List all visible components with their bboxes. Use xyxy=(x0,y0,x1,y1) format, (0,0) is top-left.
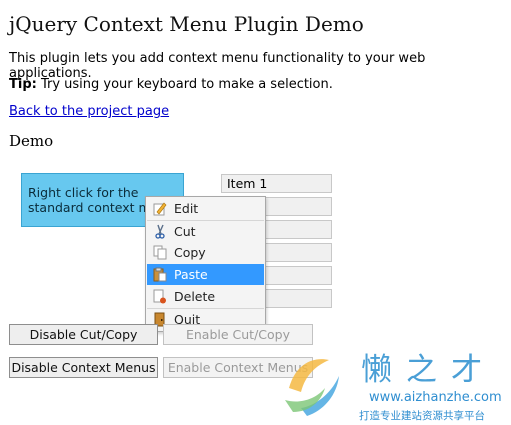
watermark-subtitle: 打造专业建站资源共享平台 xyxy=(359,410,485,422)
menu-item-label: Paste xyxy=(174,267,208,282)
cut-icon xyxy=(155,224,165,239)
page-title: jQuery Context Menu Plugin Demo xyxy=(9,12,364,36)
watermark-title: 懒之才 xyxy=(361,352,496,388)
menu-item-edit[interactable]: Edit xyxy=(147,198,264,219)
demo-heading: Demo xyxy=(9,132,54,150)
menu-item-cut[interactable]: Cut xyxy=(147,221,264,242)
tip-body: Try using your keyboard to make a select… xyxy=(36,77,333,92)
list-item[interactable]: Item 1 xyxy=(221,174,332,193)
menu-item-delete[interactable]: Delete xyxy=(147,286,264,307)
watermark: 懒之才 www.aizhanzhe.com 打造专业建站资源共享平台 xyxy=(273,340,503,425)
menu-item-copy[interactable]: Copy xyxy=(147,242,264,263)
menu-item-label: Edit xyxy=(174,201,199,216)
paste-icon xyxy=(153,267,167,282)
watermark-url: www.aizhanzhe.com xyxy=(369,390,502,405)
menu-item-paste[interactable]: Paste xyxy=(147,264,264,285)
menu-item-label: Copy xyxy=(174,245,206,260)
disable-context-menus-button[interactable]: Disable Context Menus xyxy=(9,357,158,378)
disable-cut-copy-button[interactable]: Disable Cut/Copy xyxy=(9,324,158,345)
delete-icon xyxy=(153,289,166,304)
tip-label: Tip: xyxy=(9,77,37,92)
watermark-logo-icon xyxy=(285,359,339,416)
menu-item-label: Delete xyxy=(174,289,216,304)
back-to-project-link[interactable]: Back to the project page xyxy=(9,104,169,119)
context-menu: Edit Cut Copy Paste Delete Quit xyxy=(145,196,266,332)
menu-item-label: Cut xyxy=(174,224,196,239)
edit-icon xyxy=(153,202,167,216)
tip-text: Tip: Try using your keyboard to make a s… xyxy=(9,77,333,92)
copy-icon xyxy=(153,245,167,260)
